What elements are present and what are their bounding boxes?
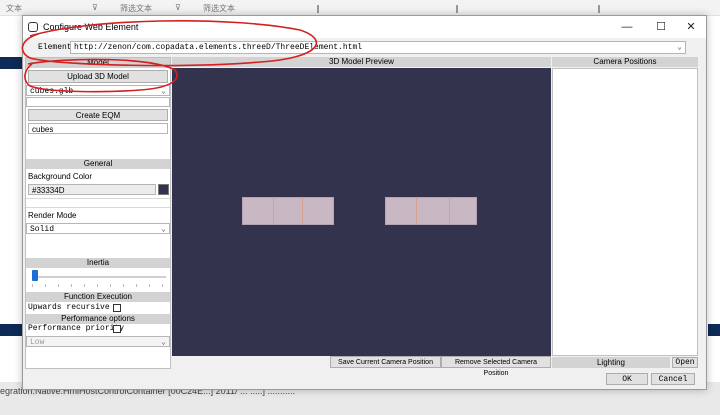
red-annotation-overlay bbox=[21, 20, 318, 93]
annotation-scribble bbox=[21, 20, 318, 67]
